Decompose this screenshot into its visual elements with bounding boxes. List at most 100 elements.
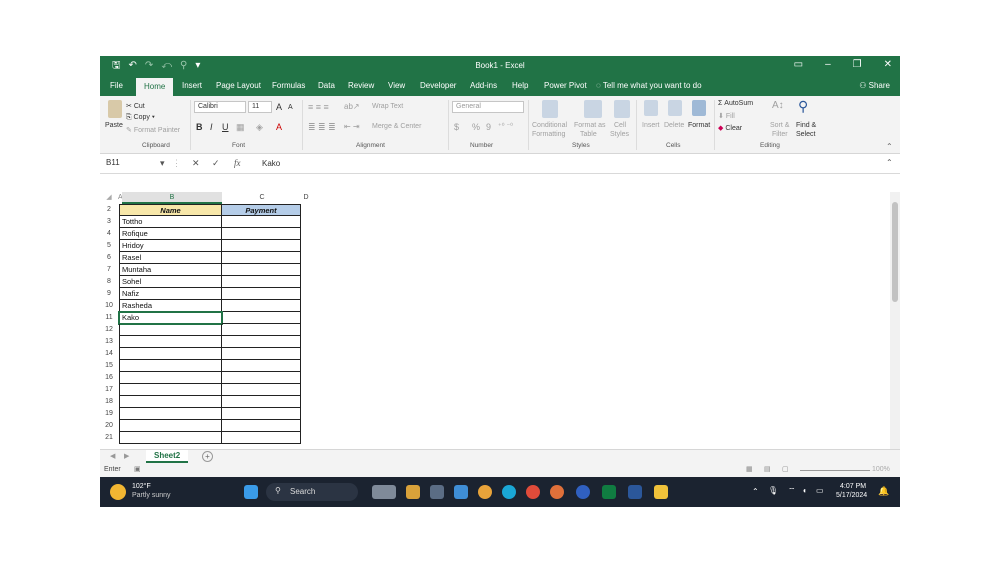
name-cell[interactable] (119, 432, 222, 444)
clear-button[interactable]: ◆ Clear (718, 124, 742, 132)
battery-icon[interactable]: ▭ (816, 486, 824, 495)
tab-developer[interactable]: Developer (420, 81, 456, 90)
tab-add-ins[interactable]: Add-ins (470, 81, 497, 90)
paste-button[interactable]: Paste (105, 122, 123, 129)
tab-formulas[interactable]: Formulas (272, 81, 305, 90)
row-header[interactable]: 19 (100, 408, 118, 420)
name-cell[interactable]: Tottho (119, 216, 222, 228)
align-left-icon[interactable]: ≣ ≣ ≣ (308, 122, 336, 133)
fill-color-icon[interactable]: ◈ (256, 122, 263, 133)
format-cells-icon[interactable] (692, 100, 706, 116)
volume-icon[interactable]: ◖ (802, 486, 807, 495)
row-header[interactable]: 7 (100, 264, 118, 276)
chrome-icon[interactable] (550, 485, 564, 499)
next-sheet-icon[interactable]: ▶ (124, 452, 129, 460)
row-header[interactable]: 5 (100, 240, 118, 252)
comma-button[interactable]: 9 (486, 122, 491, 132)
sort-filter-button[interactable]: Sort & (770, 122, 789, 129)
expand-formula-icon[interactable]: ⌃ (886, 158, 893, 167)
cancel-icon[interactable]: ✕ (192, 158, 200, 169)
name-cell[interactable] (119, 324, 222, 336)
payment-cell[interactable] (222, 228, 301, 240)
format-cells-button[interactable]: Format (688, 122, 710, 129)
paste-icon[interactable] (108, 100, 122, 118)
enter-icon[interactable]: ✓ (212, 158, 220, 169)
percent-button[interactable]: % (472, 122, 480, 132)
chrome-icon[interactable] (526, 485, 540, 499)
bold-button[interactable]: B (196, 122, 203, 132)
formula-input[interactable]: Kako (262, 159, 280, 168)
page-layout-view-icon[interactable]: ▤ (764, 465, 771, 473)
name-cell[interactable] (119, 396, 222, 408)
payment-cell[interactable] (222, 336, 301, 348)
payment-cell[interactable] (222, 312, 301, 324)
fill-button[interactable]: ⬇ Fill (718, 112, 735, 120)
row-header[interactable]: 16 (100, 372, 118, 384)
name-box[interactable]: B11 (104, 158, 164, 171)
scroll-thumb[interactable] (892, 202, 898, 302)
payment-cell[interactable] (222, 288, 301, 300)
macro-record-icon[interactable]: ▣ (134, 465, 141, 473)
cell-styles-button[interactable]: Cell (614, 122, 626, 129)
underline-button[interactable]: U (222, 122, 229, 132)
column-header-d[interactable]: D (302, 192, 310, 204)
microphone-icon[interactable]: 🎙 (768, 486, 778, 495)
row-header[interactable]: 15 (100, 360, 118, 372)
wrap-text-button[interactable]: Wrap Text (372, 103, 403, 110)
name-header-cell[interactable]: Name (119, 204, 222, 216)
font-color-icon[interactable]: A (276, 122, 282, 132)
currency-button[interactable]: $ (454, 122, 459, 132)
tab-help[interactable]: Help (512, 81, 528, 90)
select-all-corner[interactable]: ◢ (100, 192, 118, 204)
format-painter-button[interactable]: ✎ Format Painter (126, 126, 180, 134)
payment-cell[interactable] (222, 300, 301, 312)
row-header[interactable]: 20 (100, 420, 118, 432)
number-format-select[interactable]: General (452, 101, 524, 113)
ribbon-display-icon[interactable]: ▭ (794, 59, 803, 70)
sheet-tab-sheet2[interactable]: Sheet2 (146, 450, 189, 463)
column-header-c[interactable]: C (222, 192, 302, 204)
insert-function-icon[interactable]: fx (234, 158, 241, 168)
payment-cell[interactable] (222, 324, 301, 336)
decimal-icons[interactable]: ⁺⁰ ⁻⁰ (498, 122, 513, 130)
name-cell[interactable]: Kako (118, 311, 223, 325)
insert-cells-button[interactable]: Insert (642, 122, 660, 129)
payment-cell[interactable] (222, 432, 301, 444)
find-select-icon[interactable]: ⚲ (798, 98, 808, 115)
weather-icon[interactable] (110, 484, 126, 500)
payment-cell[interactable] (222, 408, 301, 420)
payment-cell[interactable] (222, 384, 301, 396)
tab-file[interactable]: File (110, 81, 123, 90)
name-box-dropdown-icon[interactable]: ▾ (160, 158, 165, 169)
row-header[interactable]: 8 (100, 276, 118, 288)
shrink-font-button[interactable]: A (288, 104, 293, 111)
name-cell[interactable]: Hridoy (119, 240, 222, 252)
payment-cell[interactable] (222, 276, 301, 288)
copy-button[interactable]: ⎘ Copy ▾ (126, 114, 155, 122)
file-explorer-icon[interactable] (654, 485, 668, 499)
worksheet-grid[interactable]: 2 3 4 5 6 7 8 9 10 11 12 13 14 15 16 17 18 19 20 21 Name Pay… (100, 204, 890, 449)
share-button[interactable]: ⚇ Share (859, 81, 890, 90)
sort-filter-icon[interactable]: A↕ (772, 100, 784, 111)
prev-sheet-icon[interactable]: ◀ (110, 452, 115, 460)
close-icon[interactable]: ✕ (884, 59, 892, 70)
tab-power-pivot[interactable]: Power Pivot (544, 81, 587, 90)
format-as-table-icon[interactable] (584, 100, 602, 118)
row-header[interactable]: 11 (100, 312, 118, 324)
clock-time[interactable]: 4:07 PM (840, 483, 866, 490)
payment-cell[interactable] (222, 252, 301, 264)
tab-data[interactable]: Data (318, 81, 335, 90)
align-top-icon[interactable]: ≡ ≡ ≡ (308, 102, 329, 112)
restore-icon[interactable]: ❐ (853, 59, 862, 70)
row-header[interactable]: 6 (100, 252, 118, 264)
insert-cells-icon[interactable] (644, 100, 658, 116)
payment-cell[interactable] (222, 216, 301, 228)
page-break-view-icon[interactable]: ▢ (782, 465, 789, 473)
format-as-table-button[interactable]: Format as (574, 122, 606, 129)
payment-cell[interactable] (222, 264, 301, 276)
payment-cell[interactable] (222, 348, 301, 360)
autosum-button[interactable]: Σ AutoSum (718, 100, 753, 107)
borders-icon[interactable]: ▦ (236, 122, 245, 133)
name-cell[interactable]: Muntaha (119, 264, 222, 276)
row-header[interactable]: 17 (100, 384, 118, 396)
